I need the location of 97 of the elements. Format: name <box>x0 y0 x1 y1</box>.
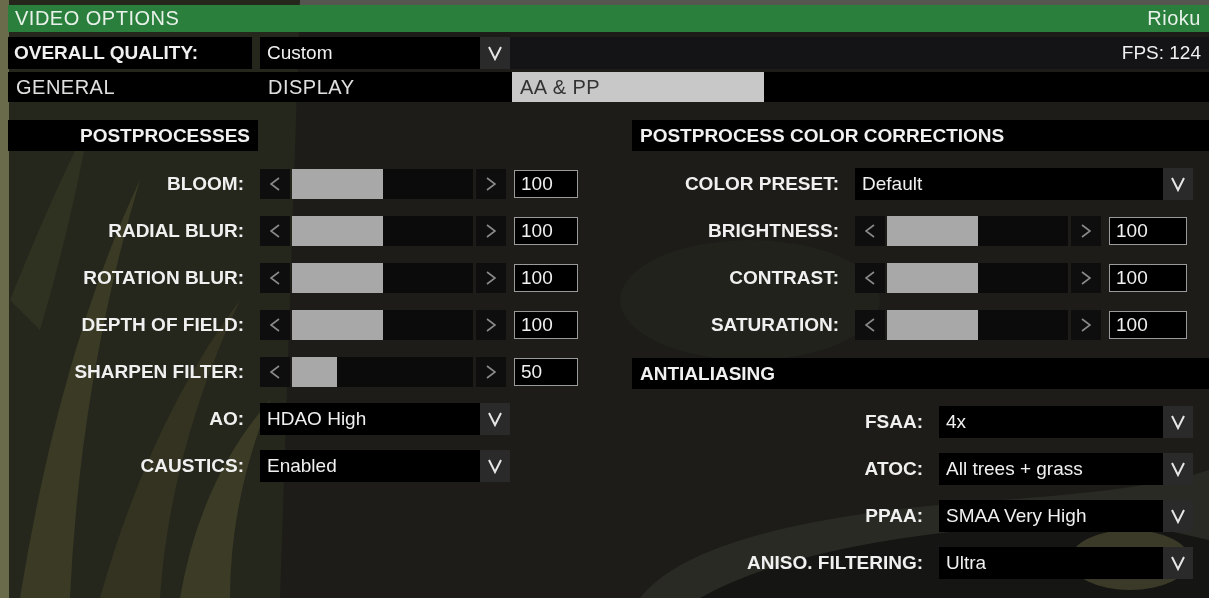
setting-label: RADIAL BLUR: <box>107 220 245 242</box>
value-field[interactable]: 100 <box>514 264 578 292</box>
increase-button[interactable] <box>476 310 506 340</box>
slider-track[interactable] <box>292 169 473 199</box>
chevron-down-icon <box>1170 176 1186 192</box>
dropdown-button[interactable] <box>1163 453 1193 485</box>
decrease-button[interactable] <box>855 310 885 340</box>
chevron-down-icon <box>487 411 503 427</box>
slider-track[interactable] <box>292 263 473 293</box>
setting-label: COLOR PRESET: <box>683 173 840 195</box>
increase-button[interactable] <box>1071 310 1101 340</box>
chevron-down-icon <box>487 45 503 61</box>
section-heading: ANTIALIASING <box>632 358 1209 389</box>
chevron-right-icon <box>1081 318 1091 332</box>
chevron-left-icon <box>270 271 280 285</box>
slider-track[interactable] <box>292 310 473 340</box>
window-title: VIDEO OPTIONS <box>15 7 180 30</box>
dropdown[interactable]: SMAA Very High <box>939 500 1193 532</box>
setting-label: ROTATION BLUR: <box>82 267 245 289</box>
fps-counter: FPS: 124 <box>1121 42 1201 64</box>
dropdown-button[interactable] <box>1163 500 1193 532</box>
setting-label: ANISO. FILTERING: <box>746 552 924 574</box>
value-field[interactable]: 100 <box>1109 217 1187 245</box>
setting-label: OVERALL QUALITY: <box>8 37 252 69</box>
chevron-left-icon <box>865 224 875 238</box>
tab[interactable]: AA & PP <box>512 72 764 102</box>
chevron-down-icon <box>1170 414 1186 430</box>
setting-label: FSAA: <box>863 411 924 433</box>
dropdown-button[interactable] <box>480 450 510 482</box>
increase-button[interactable] <box>1071 263 1101 293</box>
slider-track[interactable] <box>887 310 1068 340</box>
value-field[interactable]: 50 <box>514 358 578 386</box>
dropdown-button[interactable] <box>1163 406 1193 438</box>
chevron-left-icon <box>865 318 875 332</box>
dropdown[interactable]: Enabled <box>260 450 510 482</box>
slider-track[interactable] <box>292 216 473 246</box>
chevron-right-icon <box>1081 271 1091 285</box>
tab[interactable]: DISPLAY <box>260 72 512 102</box>
chevron-right-icon <box>486 318 496 332</box>
user-name: Rioku <box>1147 7 1201 30</box>
decrease-button[interactable] <box>855 216 885 246</box>
chevron-left-icon <box>270 177 280 191</box>
value-field[interactable]: 100 <box>514 170 578 198</box>
section-heading: POSTPROCESSES <box>8 120 258 151</box>
chevron-right-icon <box>486 365 496 379</box>
dropdown-button[interactable] <box>480 37 510 69</box>
setting-label: CONTRAST: <box>728 267 840 289</box>
increase-button[interactable] <box>476 169 506 199</box>
chevron-right-icon <box>486 177 496 191</box>
decrease-button[interactable] <box>260 357 290 387</box>
decrease-button[interactable] <box>260 310 290 340</box>
chevron-right-icon <box>486 224 496 238</box>
decrease-button[interactable] <box>260 216 290 246</box>
decrease-button[interactable] <box>260 263 290 293</box>
chevron-down-icon <box>487 458 503 474</box>
dropdown-button[interactable] <box>1163 547 1193 579</box>
dropdown[interactable]: All trees + grass <box>939 453 1193 485</box>
chevron-left-icon <box>270 365 280 379</box>
dropdown[interactable]: 4x <box>939 406 1193 438</box>
setting-label: BLOOM: <box>165 173 245 195</box>
dropdown[interactable]: Custom <box>260 37 510 69</box>
increase-button[interactable] <box>1071 216 1101 246</box>
chevron-down-icon <box>1170 508 1186 524</box>
setting-label: DEPTH OF FIELD: <box>80 314 245 336</box>
setting-label: SHARPEN FILTER: <box>73 361 245 383</box>
increase-button[interactable] <box>476 357 506 387</box>
decrease-button[interactable] <box>260 169 290 199</box>
section-heading: POSTPROCESS COLOR CORRECTIONS <box>632 120 1209 151</box>
setting-label: BRIGHTNESS: <box>707 220 840 242</box>
slider-track[interactable] <box>887 216 1068 246</box>
setting-label: PPAA: <box>864 505 924 527</box>
increase-button[interactable] <box>476 216 506 246</box>
chevron-down-icon <box>1170 461 1186 477</box>
chevron-right-icon <box>486 271 496 285</box>
setting-label: ATOC: <box>863 458 924 480</box>
chevron-left-icon <box>270 318 280 332</box>
dropdown-button[interactable] <box>1163 168 1193 200</box>
value-field[interactable]: 100 <box>514 217 578 245</box>
tab[interactable]: GENERAL <box>8 72 260 102</box>
setting-label: SATURATION: <box>709 314 840 336</box>
chevron-right-icon <box>1081 224 1091 238</box>
dropdown[interactable]: Ultra <box>939 547 1193 579</box>
setting-label: AO: <box>208 408 245 430</box>
value-field[interactable]: 100 <box>1109 264 1187 292</box>
slider-track[interactable] <box>292 357 473 387</box>
dropdown[interactable]: HDAO High <box>260 403 510 435</box>
decrease-button[interactable] <box>855 263 885 293</box>
slider-track[interactable] <box>887 263 1068 293</box>
chevron-left-icon <box>270 224 280 238</box>
value-field[interactable]: 100 <box>1109 311 1187 339</box>
value-field[interactable]: 100 <box>514 311 578 339</box>
chevron-left-icon <box>865 271 875 285</box>
increase-button[interactable] <box>476 263 506 293</box>
setting-label: CAUSTICS: <box>139 455 245 477</box>
dropdown-button[interactable] <box>480 403 510 435</box>
dropdown[interactable]: Default <box>855 168 1193 200</box>
chevron-down-icon <box>1170 555 1186 571</box>
